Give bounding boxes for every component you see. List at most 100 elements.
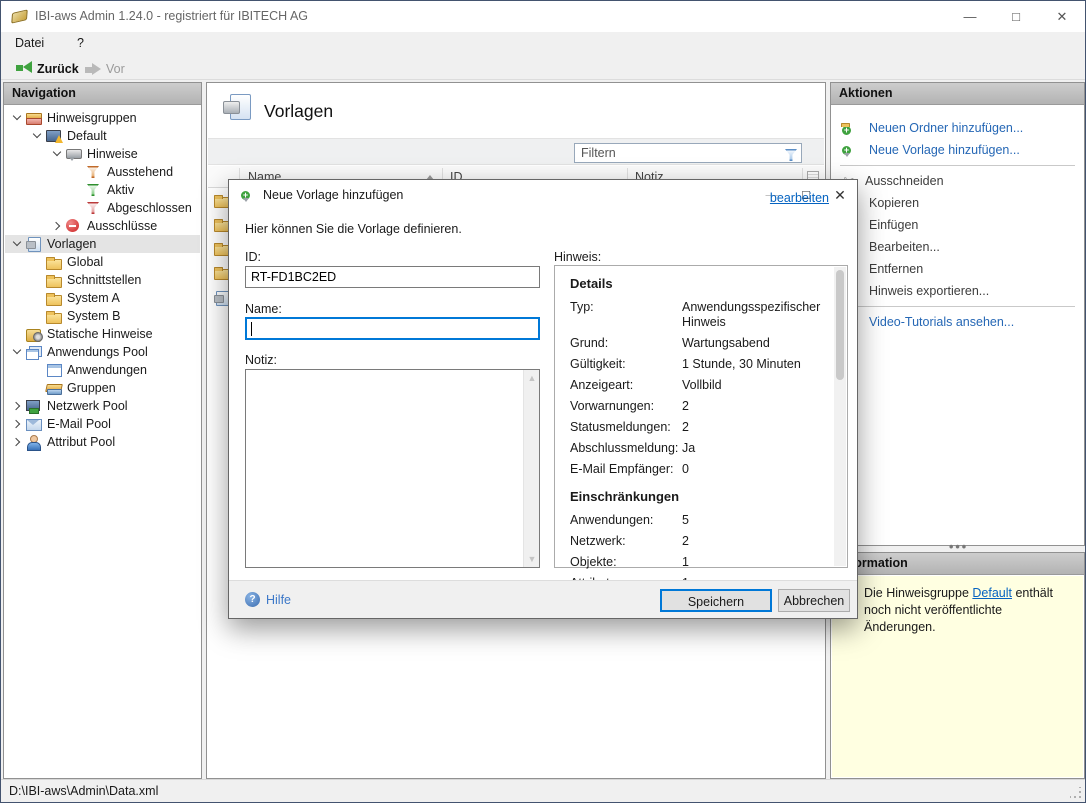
funnel-red-icon	[85, 200, 103, 216]
detail-row: Gültigkeit:1 Stunde, 30 Minuten	[570, 357, 833, 372]
window-title: IBI-aws Admin 1.24.0 - registriert für I…	[35, 9, 308, 23]
folder-icon	[45, 290, 63, 306]
chevron-down-icon[interactable]	[9, 110, 25, 126]
forward-button[interactable]: Vor	[89, 59, 125, 78]
title-bar: IBI-aws Admin 1.24.0 - registriert für I…	[1, 1, 1085, 32]
speech-bubble-icon	[65, 146, 83, 162]
detail-row: Anzeigeart:Vollbild	[570, 378, 833, 393]
dialog-footer: ? Hilfe Speichern Abbrechen	[229, 580, 857, 618]
close-button[interactable]: ✕	[1039, 1, 1085, 32]
action-video-tutorials[interactable]: Video-Tutorials ansehen...	[832, 311, 1083, 333]
chevron-right-icon[interactable]	[9, 416, 25, 432]
filter-placeholder: Filtern	[581, 146, 616, 160]
menu-datei[interactable]: Datei	[15, 36, 44, 50]
chevron-right-icon[interactable]	[9, 398, 25, 414]
nav-item-default[interactable]: Default	[5, 127, 200, 145]
chevron-down-icon[interactable]	[9, 236, 25, 252]
default-group-link[interactable]: Default	[972, 586, 1012, 600]
back-label: Zurück	[37, 62, 79, 76]
filter-strip: Filtern	[208, 138, 824, 165]
monitor-warning-icon	[45, 128, 63, 144]
maximize-button[interactable]: □	[993, 1, 1039, 32]
back-button[interactable]: Zurück	[7, 59, 79, 78]
nav-item-netzwerk-pool[interactable]: Netzwerk Pool	[5, 397, 200, 415]
nav-item-anwendungs-pool[interactable]: Anwendungs Pool	[5, 343, 200, 361]
nav-item-ausstehend[interactable]: Ausstehend	[5, 163, 200, 181]
action-copy[interactable]: Kopieren	[832, 192, 1083, 214]
help-icon[interactable]: ?	[245, 592, 260, 607]
funnel-orange-icon	[85, 164, 103, 180]
separator	[840, 306, 1075, 307]
action-remove[interactable]: Entfernen	[832, 258, 1083, 280]
dialog-subtitle: Hier können Sie die Vorlage definieren.	[245, 222, 462, 236]
email-pool-icon	[25, 416, 43, 432]
new-template-dialog: Neue Vorlage hinzufügen — □ ✕ Hier könne…	[228, 179, 858, 619]
cancel-button[interactable]: Abbrechen	[778, 589, 850, 612]
back-arrow-icon	[7, 61, 32, 76]
funnel-green-icon	[85, 182, 103, 198]
details-header: Details	[570, 276, 833, 291]
detail-row: E-Mail Empfänger:0	[570, 462, 833, 477]
navigation-header: Navigation	[4, 83, 201, 105]
nav-item-system-b[interactable]: System B	[5, 307, 200, 325]
filter-funnel-icon[interactable]	[783, 147, 797, 161]
menu-bar: Datei ?	[1, 32, 1085, 57]
menu-help[interactable]: ?	[77, 36, 84, 50]
exclusion-icon	[65, 218, 83, 234]
nav-item-hinweisgruppen[interactable]: Hinweisgruppen	[5, 109, 200, 127]
action-cut[interactable]: ✂ Ausschneiden	[832, 170, 1083, 192]
nav-item-global[interactable]: Global	[5, 253, 200, 271]
nav-item-aktiv[interactable]: Aktiv	[5, 181, 200, 199]
name-label: Name:	[245, 302, 282, 316]
status-bar: D:\IBI-aws\Admin\Data.xml	[1, 779, 1085, 802]
action-export-hint[interactable]: Hinweis exportieren...	[832, 280, 1083, 302]
edit-hint-link[interactable]: bearbeiten	[770, 191, 829, 205]
filter-input[interactable]: Filtern	[574, 143, 802, 163]
hinweis-label: Hinweis:	[554, 250, 601, 264]
application-pool-icon	[25, 344, 43, 360]
scroll-up-icon[interactable]: ▲	[524, 370, 540, 386]
resize-grip[interactable]	[1070, 787, 1082, 799]
scrollbar[interactable]: ▲ ▼	[523, 370, 539, 567]
detail-row: Abschlussmeldung:Ja	[570, 441, 833, 456]
restrictions-header: Einschränkungen	[570, 489, 833, 504]
nav-item-email-pool[interactable]: E-Mail Pool	[5, 415, 200, 433]
nav-item-gruppen[interactable]: Gruppen	[5, 379, 200, 397]
nav-item-schnittstellen[interactable]: Schnittstellen	[5, 271, 200, 289]
minimize-button[interactable]: —	[947, 1, 993, 32]
restriction-row: Anwendungen:5	[570, 513, 833, 528]
action-new-folder[interactable]: Neuen Ordner hinzufügen...	[832, 117, 1083, 139]
save-button[interactable]: Speichern	[660, 589, 772, 612]
chevron-down-icon[interactable]	[9, 344, 25, 360]
help-link[interactable]: Hilfe	[266, 593, 291, 607]
dialog-title: Neue Vorlage hinzufügen	[263, 188, 403, 202]
details-scrollbar[interactable]	[834, 267, 846, 566]
id-field[interactable]	[245, 266, 540, 288]
nav-item-attribut-pool[interactable]: Attribut Pool	[5, 433, 200, 451]
nav-item-system-a[interactable]: System A	[5, 289, 200, 307]
nav-item-hinweise[interactable]: Hinweise	[5, 145, 200, 163]
chevron-down-icon[interactable]	[29, 128, 45, 144]
chevron-right-icon[interactable]	[9, 434, 25, 450]
action-new-template[interactable]: Neue Vorlage hinzufügen...	[832, 139, 1083, 161]
nav-item-abgeschlossen[interactable]: Abgeschlossen	[5, 199, 200, 217]
action-edit[interactable]: Bearbeiten...	[832, 236, 1083, 258]
restriction-row: Objekte:1	[570, 555, 833, 570]
network-pool-icon	[25, 398, 43, 414]
nav-item-anwendungen[interactable]: Anwendungen	[5, 361, 200, 379]
navigation-panel: Navigation Hinweisgruppen Default Hinwei…	[3, 82, 202, 779]
chevron-down-icon[interactable]	[49, 146, 65, 162]
nav-item-vorlagen[interactable]: Vorlagen	[5, 235, 200, 253]
action-paste[interactable]: Einfügen	[832, 214, 1083, 236]
notiz-field[interactable]: ▲ ▼	[245, 369, 540, 568]
actions-panel: Aktionen Neuen Ordner hinzufügen... Neue…	[830, 82, 1085, 546]
name-field[interactable]	[245, 317, 540, 340]
chevron-right-icon[interactable]	[49, 218, 65, 234]
vorlagen-page-icon	[222, 93, 252, 123]
nav-item-statische-hinweise[interactable]: Statische Hinweise	[5, 325, 200, 343]
scroll-down-icon[interactable]: ▼	[524, 551, 540, 567]
nav-item-ausschluesse[interactable]: Ausschlüsse	[5, 217, 200, 235]
template-add-icon	[840, 142, 858, 158]
page-title: Vorlagen	[264, 101, 333, 122]
groups-icon	[45, 380, 63, 396]
